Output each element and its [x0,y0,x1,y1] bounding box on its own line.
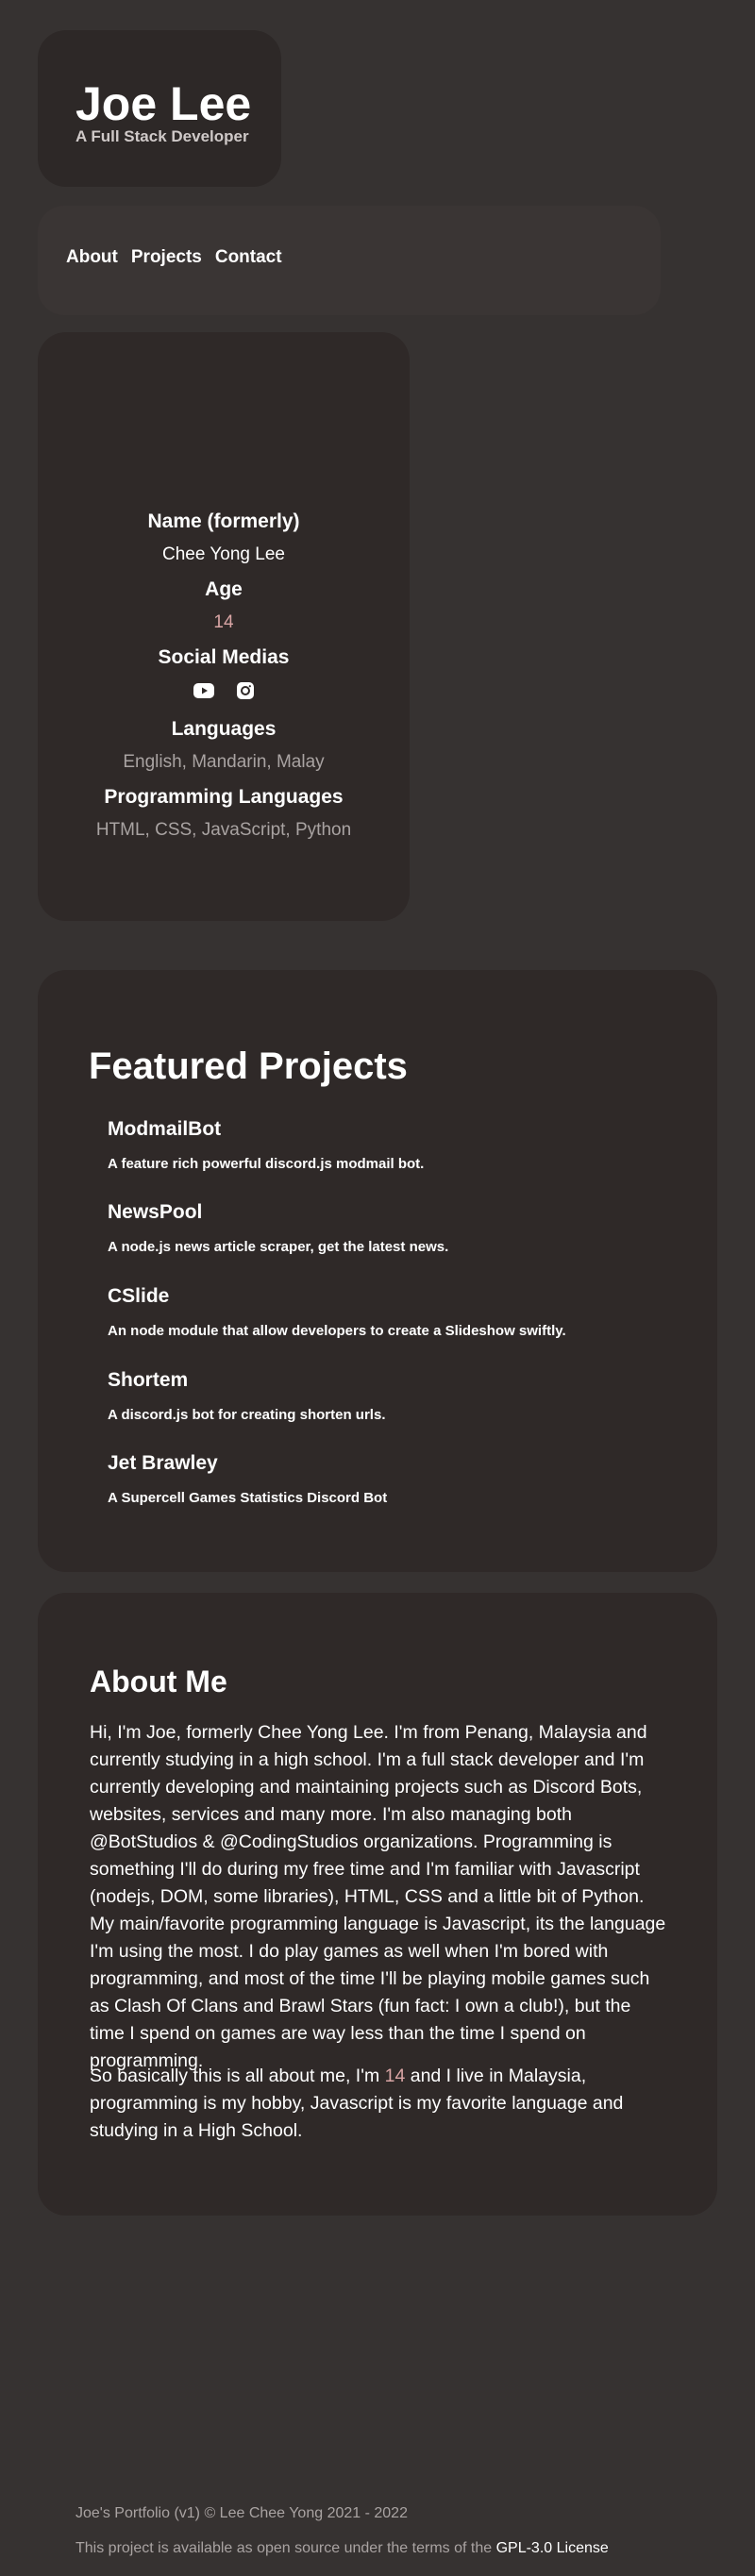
info-card: Name (formerly) Chee Yong Lee Age 14 Soc… [38,332,410,921]
project-description: A Supercell Games Statistics Discord Bot [108,1490,388,1506]
footer-license: This project is available as open source… [76,2540,609,2557]
nav-bar: About Projects Contact [38,206,661,315]
site-title: Joe Lee [76,77,252,130]
nav-link-contact[interactable]: Contact [215,247,282,268]
site-tagline: A Full Stack Developer [76,127,249,145]
about-paragraph: Hi, I'm Joe, formerly Chee Yong Lee. I'm… [90,1722,666,2071]
age-value: 14 [213,612,234,632]
project-title: NewsPool [108,1201,203,1223]
about-summary-text: So basically this is all about me, I'm [90,2066,385,2086]
header-card: Joe Lee A Full Stack Developer [38,30,281,187]
project-description: A node.js news article scraper, get the … [108,1239,449,1255]
name-heading: Name (formerly) [147,510,300,532]
project-title: ModmailBot [108,1118,222,1140]
social-heading: Social Medias [158,646,290,668]
project-description: A feature rich powerful discord.js modma… [108,1156,425,1172]
project-item[interactable]: CSlide An node module that allow develop… [108,1284,674,1341]
license-link[interactable]: GPL-3.0 License [496,2540,609,2556]
footer-license-text: This project is available as open source… [76,2540,496,2556]
projects-card: Featured Projects ModmailBot A feature r… [38,970,717,1572]
programming-languages-value: HTML, CSS, JavaScript, Python [95,820,352,840]
project-item[interactable]: Jet Brawley A Supercell Games Statistics… [108,1451,674,1508]
project-item[interactable]: ModmailBot A feature rich powerful disco… [108,1117,674,1174]
name-value: Chee Yong Lee [162,544,285,564]
instagram-icon[interactable] [237,681,254,704]
about-age-highlight: 14 [384,2066,406,2086]
nav-link-projects[interactable]: Projects [131,247,202,268]
about-card: About Me Hi, I'm Joe, formerly Chee Yong… [38,1593,717,2216]
languages-value: English, Mandarin, Malay [123,752,325,772]
age-heading: Age [205,578,243,600]
project-description: An node module that allow developers to … [108,1323,566,1339]
footer-copyright: Joe's Portfolio (v1) © Lee Chee Yong 202… [76,2505,408,2521]
project-title: Jet Brawley [108,1452,218,1474]
languages-heading: Languages [171,718,277,740]
project-title: Shortem [108,1369,189,1391]
social-links [38,681,410,704]
nav-link-about[interactable]: About [66,247,118,268]
projects-heading: Featured Projects [89,1045,408,1087]
project-description: A discord.js bot for creating shorten ur… [108,1407,386,1423]
about-heading: About Me [90,1664,227,1698]
project-item[interactable]: NewsPool A node.js news article scraper,… [108,1200,674,1257]
about-summary-paragraph: So basically this is all about me, I'm 1… [90,2063,667,2145]
nav-links: About Projects Contact [66,247,282,268]
programming-languages-heading: Programming Languages [104,786,344,808]
youtube-icon[interactable] [193,682,214,703]
project-item[interactable]: Shortem A discord.js bot for creating sh… [108,1368,674,1425]
project-title: CSlide [108,1285,170,1307]
